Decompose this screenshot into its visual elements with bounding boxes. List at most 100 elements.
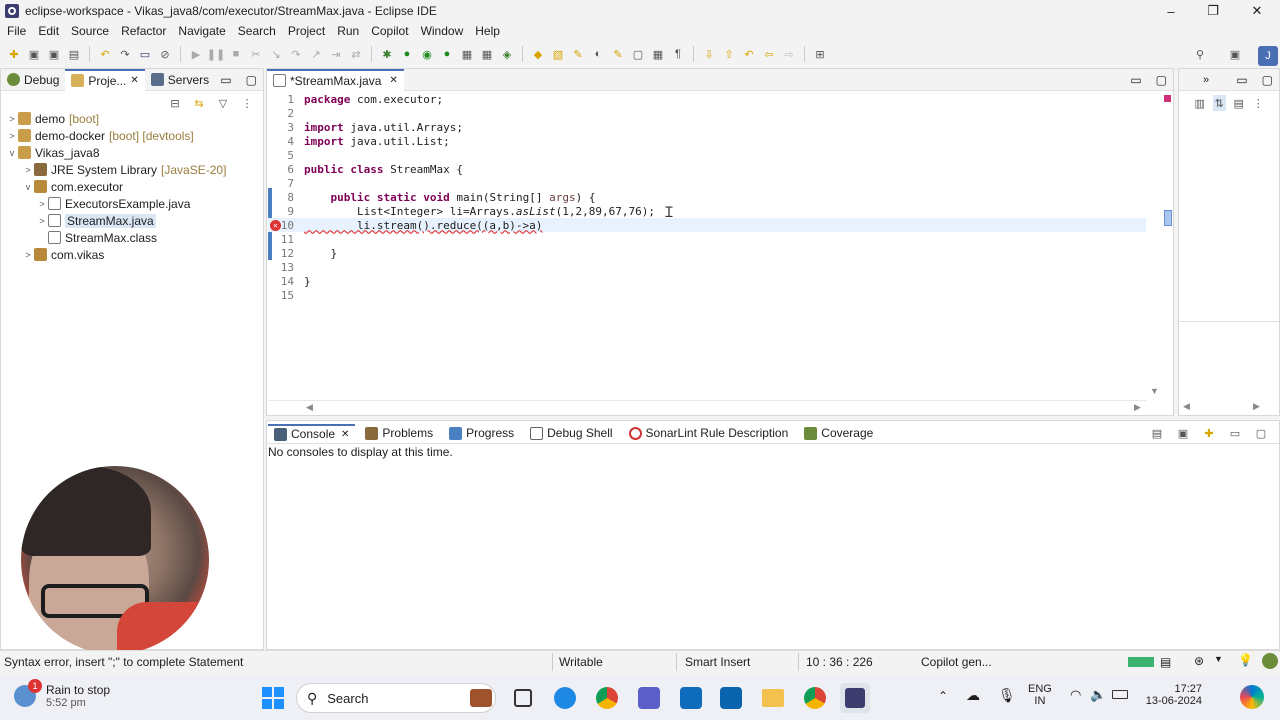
- open-perspective-icon[interactable]: ▣: [1227, 46, 1243, 62]
- overflow-views-icon[interactable]: »: [1203, 74, 1209, 86]
- menu-search[interactable]: Search: [234, 24, 284, 38]
- menu-edit[interactable]: Edit: [34, 24, 67, 38]
- close-icon[interactable]: ✕: [341, 429, 349, 440]
- copilot-taskbar-icon[interactable]: [1240, 685, 1264, 709]
- toggle-mark-occurrences-icon[interactable]: ✎: [610, 46, 626, 62]
- save-icon[interactable]: ▣: [26, 46, 42, 62]
- previous-annotation-icon[interactable]: ⇧: [721, 46, 737, 62]
- expand-icon[interactable]: >: [22, 165, 34, 175]
- scroll-down-icon[interactable]: ▼: [1150, 386, 1159, 396]
- close-icon[interactable]: ✕: [130, 75, 138, 86]
- collapse-all-icon[interactable]: ⊟: [167, 95, 183, 111]
- language-indicator[interactable]: ENG IN: [1028, 683, 1052, 707]
- tree-item[interactable]: > demo [boot]: [0, 110, 262, 127]
- hide-static-icon[interactable]: ▤: [1232, 95, 1246, 111]
- pin-console-icon[interactable]: ▤: [1149, 425, 1165, 441]
- menu-navigate[interactable]: Navigate: [174, 24, 233, 38]
- save-all-icon[interactable]: ▣: [46, 46, 62, 62]
- step-return-icon[interactable]: ↗: [308, 46, 324, 62]
- external-tools-icon[interactable]: ●: [439, 46, 455, 62]
- tree-item[interactable]: v com.executor: [0, 178, 262, 195]
- eclipse-taskbar-button[interactable]: [840, 683, 870, 713]
- status-copilot[interactable]: Copilot gen...: [921, 655, 992, 669]
- last-edit-icon[interactable]: ↶: [741, 46, 757, 62]
- maximize-button[interactable]: ❐: [1190, 0, 1236, 22]
- search-highlight-icon[interactable]: [470, 689, 492, 707]
- tab-streammax-java[interactable]: *StreamMax.java ✕: [267, 68, 404, 91]
- next-annotation-icon[interactable]: ⇩: [701, 46, 717, 62]
- resume-icon[interactable]: ▶: [188, 46, 204, 62]
- tab-project-explorer[interactable]: Proje... ✕: [65, 68, 145, 91]
- garbage-collect-icon[interactable]: ▤: [1160, 655, 1171, 669]
- copilot-status-icon[interactable]: [1262, 653, 1278, 669]
- skip-breakpoints-icon[interactable]: ⊘: [157, 46, 173, 62]
- view-options-icon[interactable]: ⋮: [239, 95, 255, 111]
- tab-coverage[interactable]: Coverage: [798, 424, 879, 442]
- clock[interactable]: 17:27 13-06-2024: [1142, 683, 1202, 707]
- use-step-filters-icon[interactable]: ⇄: [348, 46, 364, 62]
- lightbulb-icon[interactable]: 💡: [1238, 653, 1253, 667]
- new-java-project-icon[interactable]: ▦: [459, 46, 475, 62]
- menu-copilot[interactable]: Copilot: [367, 24, 416, 38]
- collapse-icon[interactable]: v: [6, 148, 18, 158]
- outlook-icon[interactable]: [720, 687, 742, 709]
- tab-servers[interactable]: Servers: [145, 69, 215, 91]
- tree-item-selected[interactable]: > StreamMax.java: [0, 212, 262, 229]
- expand-icon[interactable]: >: [36, 199, 48, 209]
- windows-start-icon[interactable]: [262, 687, 284, 709]
- tab-debug-shell[interactable]: Debug Shell: [524, 424, 618, 442]
- tab-console[interactable]: Console ✕: [268, 424, 356, 442]
- close-icon[interactable]: ✕: [389, 75, 397, 86]
- onedrive-icon[interactable]: ☁: [966, 687, 980, 704]
- debug-icon[interactable]: ✱: [379, 46, 395, 62]
- scroll-thumb[interactable]: [1164, 210, 1172, 226]
- expand-icon[interactable]: >: [36, 216, 48, 226]
- link-with-editor-icon[interactable]: ⇆: [191, 95, 207, 111]
- terminal-icon[interactable]: ▭: [137, 46, 153, 62]
- menu-help[interactable]: Help: [471, 24, 508, 38]
- chrome-profile-icon[interactable]: [804, 687, 826, 709]
- microphone-icon[interactable]: 🎙: [998, 687, 1016, 704]
- error-overview-marker[interactable]: [1164, 95, 1171, 102]
- scroll-right-icon[interactable]: ▶: [1253, 401, 1260, 412]
- undo-icon[interactable]: ↶: [97, 46, 113, 62]
- tree-item[interactable]: > demo-docker [boot] [devtools]: [0, 127, 262, 144]
- pilcrow-icon[interactable]: ¶: [670, 46, 686, 62]
- tab-debug[interactable]: Debug: [1, 69, 65, 91]
- tree-item[interactable]: StreamMax.class: [0, 229, 262, 246]
- code-editor[interactable]: 1 package com.executor; 2 3 import java.ut…: [268, 92, 1146, 401]
- tree-item[interactable]: > com.vikas: [0, 246, 262, 263]
- weather-widget[interactable]: 1 Rain to stop 5:52 pm: [14, 679, 110, 709]
- suspend-icon[interactable]: ❚❚: [207, 46, 225, 62]
- task-view-icon[interactable]: [514, 689, 532, 707]
- back-icon[interactable]: ⇦: [761, 46, 777, 62]
- menu-run[interactable]: Run: [333, 24, 367, 38]
- menu-file[interactable]: File: [3, 24, 34, 38]
- show-whitespace-icon[interactable]: ▦: [650, 46, 666, 62]
- close-button[interactable]: ✕: [1234, 0, 1280, 22]
- minimize-view-icon[interactable]: ▭: [1236, 73, 1247, 87]
- scroll-right-icon[interactable]: ▶: [1134, 402, 1141, 413]
- heap-status-bar[interactable]: [1128, 657, 1154, 667]
- menu-project[interactable]: Project: [284, 24, 333, 38]
- new-icon[interactable]: ✚: [6, 46, 22, 62]
- chrome-icon[interactable]: [596, 687, 618, 709]
- open-console-icon[interactable]: ✚: [1201, 425, 1217, 441]
- maximize-view-icon[interactable]: ▢: [1253, 425, 1269, 441]
- display-console-icon[interactable]: ▣: [1175, 425, 1191, 441]
- toggle-highlight-icon[interactable]: ◐: [590, 46, 606, 62]
- search-tool-icon[interactable]: ✎: [570, 46, 586, 62]
- step-over-icon[interactable]: ↷: [288, 46, 304, 62]
- edge-icon[interactable]: [554, 687, 576, 709]
- battery-icon[interactable]: [1112, 690, 1128, 699]
- step-into-icon[interactable]: ↘: [268, 46, 284, 62]
- tree-item[interactable]: v Vikas_java8: [0, 144, 262, 161]
- teams-icon[interactable]: [638, 687, 660, 709]
- maximize-view-icon[interactable]: ▢: [246, 73, 257, 87]
- error-marker-icon[interactable]: ✕: [270, 219, 281, 231]
- minimize-view-icon[interactable]: ▭: [1130, 73, 1141, 87]
- maximize-view-icon[interactable]: ▢: [1262, 73, 1273, 87]
- scroll-left-icon[interactable]: ◀: [306, 402, 313, 413]
- status-insert-mode[interactable]: Smart Insert: [685, 655, 750, 669]
- coverage-icon[interactable]: ◉: [419, 46, 435, 62]
